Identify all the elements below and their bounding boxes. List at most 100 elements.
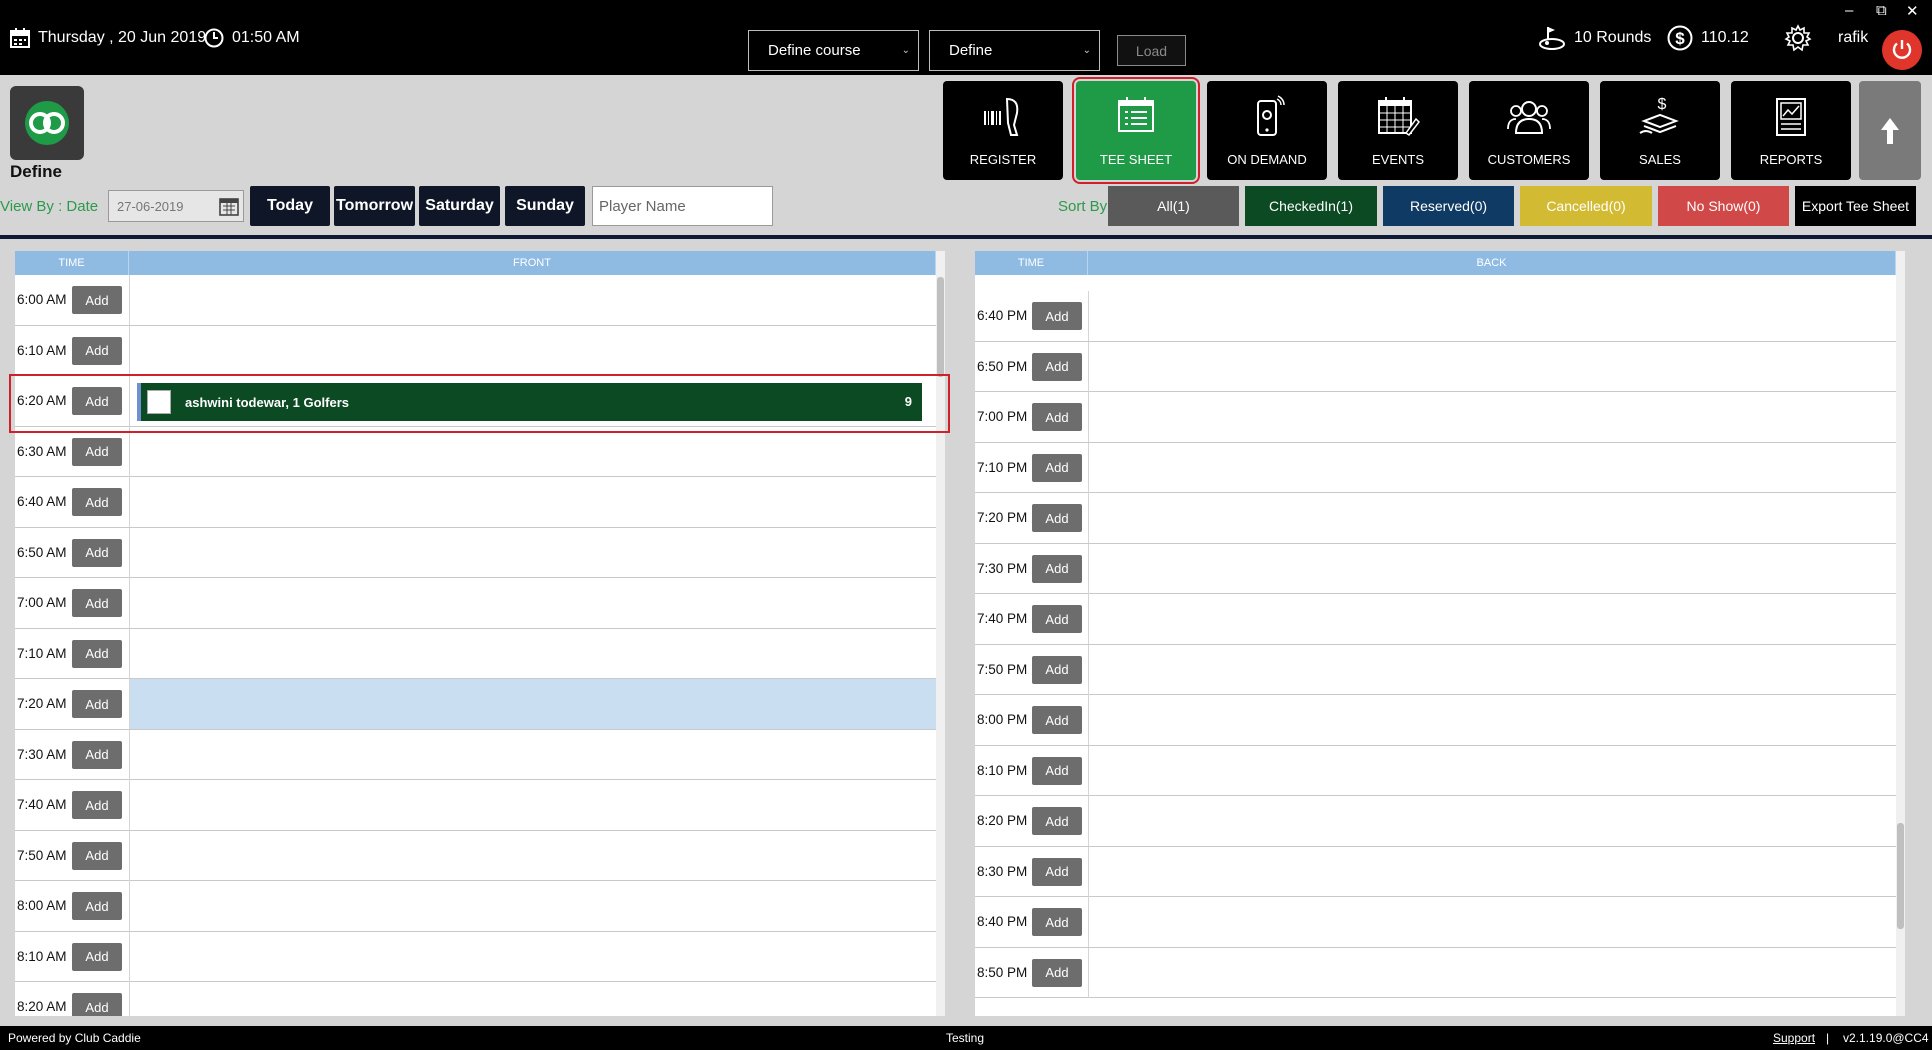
filter-all-button[interactable]: All(1) (1108, 186, 1239, 226)
nav-on-demand[interactable]: ON DEMAND (1207, 81, 1327, 180)
booking-slot[interactable] (129, 780, 936, 830)
date-picker-value: 27-06-2019 (117, 198, 184, 214)
add-booking-button[interactable]: Add (1032, 453, 1082, 482)
booking-slot[interactable] (129, 628, 936, 679)
booking-slot[interactable] (129, 275, 936, 325)
tomorrow-button[interactable]: Tomorrow (334, 186, 415, 226)
nav-sales[interactable]: $ SALES (1600, 81, 1720, 180)
add-booking-button[interactable]: Add (1032, 655, 1082, 684)
add-booking-button[interactable]: Add (1032, 857, 1082, 886)
add-booking-button[interactable]: Add (1032, 352, 1082, 381)
nav-customers[interactable]: CUSTOMERS (1469, 81, 1589, 180)
booking-slot[interactable] (1088, 846, 1896, 897)
nav-events[interactable]: EVENTS (1338, 81, 1458, 180)
booking-slot[interactable] (1088, 341, 1896, 392)
booking-slot[interactable] (129, 881, 936, 931)
nav-reports[interactable]: REPORTS (1731, 81, 1851, 180)
back-scrollbar-thumb[interactable] (1897, 823, 1904, 929)
booking-slot[interactable] (1088, 493, 1896, 543)
booking-slot[interactable] (1088, 947, 1896, 998)
add-booking-button[interactable]: Add (1032, 756, 1082, 785)
booking-slot[interactable] (1088, 796, 1896, 846)
add-booking-button[interactable]: Add (1032, 908, 1082, 936)
add-booking-button[interactable]: Add (1032, 504, 1082, 532)
booking-slot[interactable] (1088, 543, 1896, 594)
add-booking-button[interactable]: Add (72, 740, 122, 769)
booking-slot[interactable] (129, 426, 936, 477)
add-booking-button[interactable]: Add (72, 993, 122, 1016)
player-name-input[interactable]: Player Name (592, 186, 773, 226)
sunday-button[interactable]: Sunday (505, 186, 585, 226)
add-booking-button[interactable]: Add (72, 488, 122, 516)
booking-slot[interactable] (1088, 392, 1896, 442)
filter-reserved-button[interactable]: Reserved(0) (1383, 186, 1514, 226)
add-booking-button[interactable]: Add (72, 690, 122, 718)
time-slot-row: 7:30 PM Add (975, 543, 1905, 594)
course-dropdown[interactable]: Define course ⌄ (748, 30, 919, 71)
slot-time: 7:50 PM (977, 661, 1028, 677)
add-booking-button[interactable]: Add (72, 437, 122, 466)
add-booking-button[interactable]: Add (72, 639, 122, 668)
time-slot-row: 7:50 AM Add (15, 830, 945, 881)
booking-slot[interactable] (129, 729, 936, 780)
close-button[interactable]: ✕ (1906, 2, 1919, 20)
back-scrollbar[interactable] (1896, 251, 1905, 1016)
today-button[interactable]: Today (250, 186, 330, 226)
booking-slot[interactable] (1088, 644, 1896, 695)
add-booking-button[interactable]: Add (1032, 302, 1082, 330)
filter-cancelled-button[interactable]: Cancelled(0) (1520, 186, 1652, 226)
add-booking-button[interactable]: Add (72, 892, 122, 920)
add-booking-button[interactable]: Add (72, 286, 122, 314)
add-booking-button[interactable]: Add (1032, 605, 1082, 633)
footer: Powered by Club Caddie Testing Support |… (0, 1026, 1932, 1050)
settings-button[interactable] (1784, 0, 1820, 75)
add-booking-button[interactable]: Add (1032, 403, 1082, 431)
booking-slot[interactable] (1088, 897, 1896, 947)
scroll-up-button[interactable] (1859, 81, 1921, 180)
power-button[interactable] (1882, 30, 1922, 70)
add-booking-button[interactable]: Add (72, 791, 122, 819)
minimize-button[interactable]: – (1845, 2, 1853, 19)
customers-icon (1507, 101, 1551, 134)
booking-slot[interactable] (129, 578, 936, 628)
add-booking-button[interactable]: Add (1032, 554, 1082, 583)
booking-slot[interactable] (1088, 442, 1896, 493)
front-scrollbar[interactable] (936, 251, 945, 1016)
nav-register[interactable]: REGISTER (943, 81, 1063, 180)
booking-slot[interactable] (129, 325, 936, 376)
slot-time: 6:00 AM (17, 292, 67, 307)
booking-slot[interactable] (1088, 594, 1896, 644)
saturday-button[interactable]: Saturday (419, 186, 500, 226)
add-booking-button[interactable]: Add (72, 336, 122, 365)
booking-slot[interactable] (129, 679, 936, 729)
booking-slot[interactable] (129, 477, 936, 527)
add-booking-button[interactable]: Add (1032, 807, 1082, 835)
export-tee-sheet-button[interactable]: Export Tee Sheet (1795, 186, 1916, 226)
add-booking-button[interactable]: Add (72, 589, 122, 617)
booking-slot[interactable] (129, 931, 936, 982)
booking-slot[interactable] (1088, 745, 1896, 796)
calendar-icon[interactable] (219, 196, 239, 216)
add-booking-button[interactable]: Add (1032, 706, 1082, 734)
load-button[interactable]: Load (1117, 35, 1186, 66)
add-booking-button[interactable]: Add (72, 538, 122, 567)
define-dropdown[interactable]: Define ⌄ (929, 30, 1100, 71)
date-picker[interactable]: 27-06-2019 (108, 190, 244, 222)
support-link[interactable]: Support (1773, 1031, 1815, 1045)
time-slot-row: 7:00 PM Add (975, 392, 1905, 443)
front-scrollbar-thumb[interactable] (937, 277, 944, 377)
booking-slot[interactable] (1088, 291, 1896, 341)
filter-checkedin-button[interactable]: CheckedIn(1) (1245, 186, 1377, 226)
add-booking-button[interactable]: Add (72, 841, 122, 870)
add-booking-button[interactable]: Add (72, 942, 122, 971)
filter-noshow-button[interactable]: No Show(0) (1658, 186, 1789, 226)
restore-button[interactable]: ⧉ (1876, 2, 1887, 19)
nav-tee-sheet[interactable]: TEE SHEET (1072, 77, 1200, 184)
booking-slot[interactable] (129, 527, 936, 578)
dollar-icon: $ (1667, 25, 1693, 50)
add-booking-button[interactable]: Add (1032, 958, 1082, 987)
rounds-text: 10 Rounds (1574, 28, 1652, 46)
booking-slot[interactable] (1088, 695, 1896, 745)
booking-slot[interactable] (129, 982, 936, 1016)
booking-slot[interactable] (129, 830, 936, 881)
